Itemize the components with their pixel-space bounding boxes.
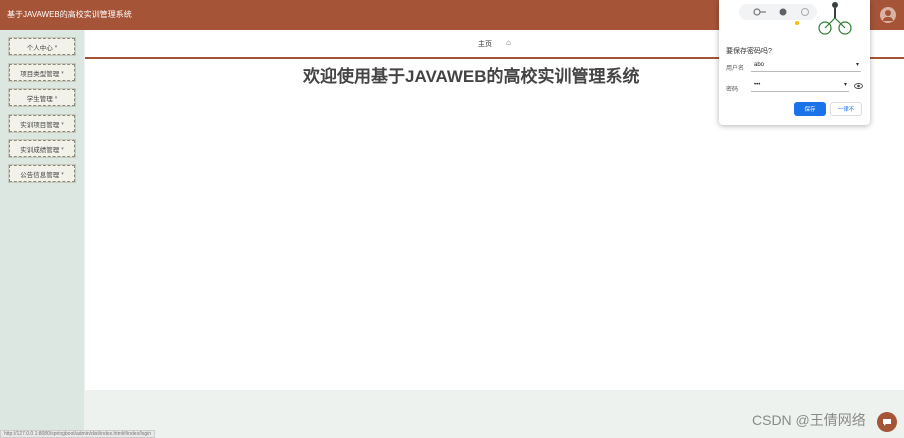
password-value: ••• xyxy=(754,82,761,88)
sidebar-item-training-projects[interactable]: 实训项目管理 ▾ xyxy=(9,115,75,132)
sidebar-item-label: 实训项目管理 xyxy=(20,121,60,129)
save-password-dialog: 要保存密码吗? 用户名 abo ▾ 密码 ••• ▾ 保存 一律不 xyxy=(719,0,870,125)
user-avatar-icon[interactable] xyxy=(880,7,896,23)
save-button[interactable]: 保存 xyxy=(794,102,826,116)
home-icon[interactable]: ⌂ xyxy=(506,38,511,47)
never-button[interactable]: 一律不 xyxy=(830,102,862,116)
sidebar-item-training-scores[interactable]: 实训成绩管理 ▾ xyxy=(9,140,75,157)
sidebar-item-announcements[interactable]: 公告信息管理 ▾ xyxy=(9,165,75,182)
username-field[interactable]: abo ▾ xyxy=(751,60,861,72)
sidebar-item-label: 公告信息管理 xyxy=(20,171,60,179)
chat-icon xyxy=(883,419,891,426)
sidebar-item-project-type[interactable]: 项目类型管理 ▾ xyxy=(9,64,75,81)
password-field[interactable]: ••• ▾ xyxy=(751,80,849,92)
sidebar: 个人中心 ▾ 项目类型管理 ▾ 学生管理 ▾ 实训项目管理 ▾ 实训成绩管理 ▾ 公告信息… xyxy=(0,30,84,430)
sidebar-item-label: 实训成绩管理 xyxy=(20,146,60,154)
welcome-title: 欢迎使用基于JAVAWEB的高校实训管理系统 xyxy=(303,67,640,86)
chevron-down-icon[interactable]: ▾ xyxy=(844,81,847,88)
password-illustration xyxy=(739,2,852,35)
sidebar-item-label: 个人中心 xyxy=(26,44,53,52)
app-title: 基于JAVAWEB的高校实训管理系统 xyxy=(7,10,132,19)
chevron-down-icon[interactable]: ▾ xyxy=(856,61,859,68)
username-label: 用户名 xyxy=(726,66,745,72)
watermark: CSDN @王倩网络 xyxy=(752,412,866,428)
breadcrumb-home[interactable]: 主页 xyxy=(478,39,492,49)
sidebar-item-label: 学生管理 xyxy=(26,95,53,103)
username-value: abo xyxy=(754,62,765,68)
eye-icon[interactable] xyxy=(854,83,863,89)
sidebar-item-label: 项目类型管理 xyxy=(20,70,60,78)
password-label: 密码 xyxy=(726,87,739,93)
chevron-down-icon: ▾ xyxy=(61,170,64,177)
save-password-question: 要保存密码吗? xyxy=(726,48,772,55)
sidebar-item-personal-center[interactable]: 个人中心 ▾ xyxy=(9,38,75,55)
sidebar-item-students[interactable]: 学生管理 ▾ xyxy=(9,89,75,106)
chevron-down-icon: ▾ xyxy=(54,94,58,101)
status-url: http://127.0.0.1:8080/springboot/admin/d… xyxy=(0,430,156,438)
chevron-down-icon: ▾ xyxy=(61,120,64,127)
chat-fab-button[interactable] xyxy=(877,412,897,432)
chevron-down-icon: ▾ xyxy=(61,145,64,152)
chevron-down-icon: ▾ xyxy=(54,43,58,50)
chevron-down-icon: ▾ xyxy=(61,69,64,76)
